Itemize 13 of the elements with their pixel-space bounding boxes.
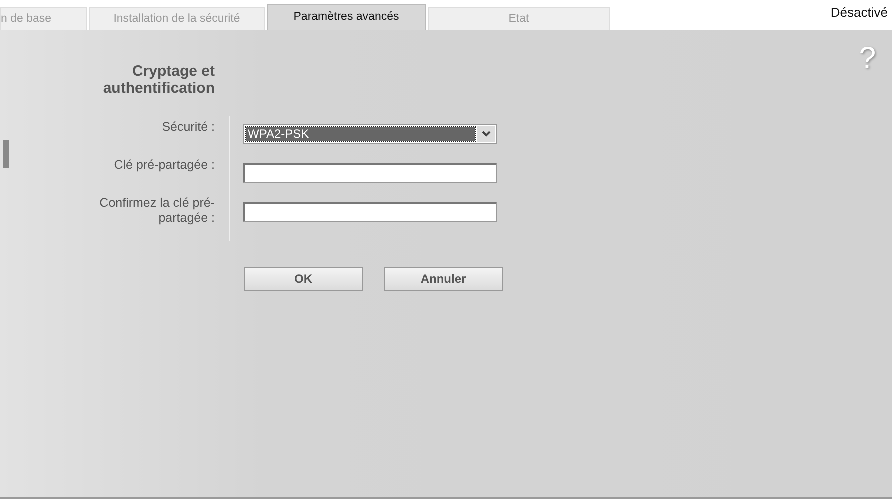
field-label: Clé pré-partagée : bbox=[113, 158, 215, 173]
ok-button[interactable]: OK bbox=[244, 267, 363, 291]
input-field[interactable] bbox=[243, 202, 497, 222]
security-dropdown[interactable]: WPA2-PSK bbox=[243, 124, 497, 144]
section-title: Cryptage et authentification bbox=[102, 62, 215, 97]
field-label: Sécurité : bbox=[161, 120, 215, 135]
tab[interactable]: Paramètres avancés bbox=[267, 4, 426, 30]
scroll-handle[interactable] bbox=[3, 140, 9, 168]
field-label: Confirmez la clé pré-partagée : bbox=[98, 196, 215, 226]
chevron-down-icon bbox=[482, 131, 490, 137]
input-field[interactable] bbox=[243, 163, 497, 183]
cancel-button[interactable]: Annuler bbox=[384, 267, 503, 291]
status-text: Désactivé bbox=[830, 5, 889, 22]
